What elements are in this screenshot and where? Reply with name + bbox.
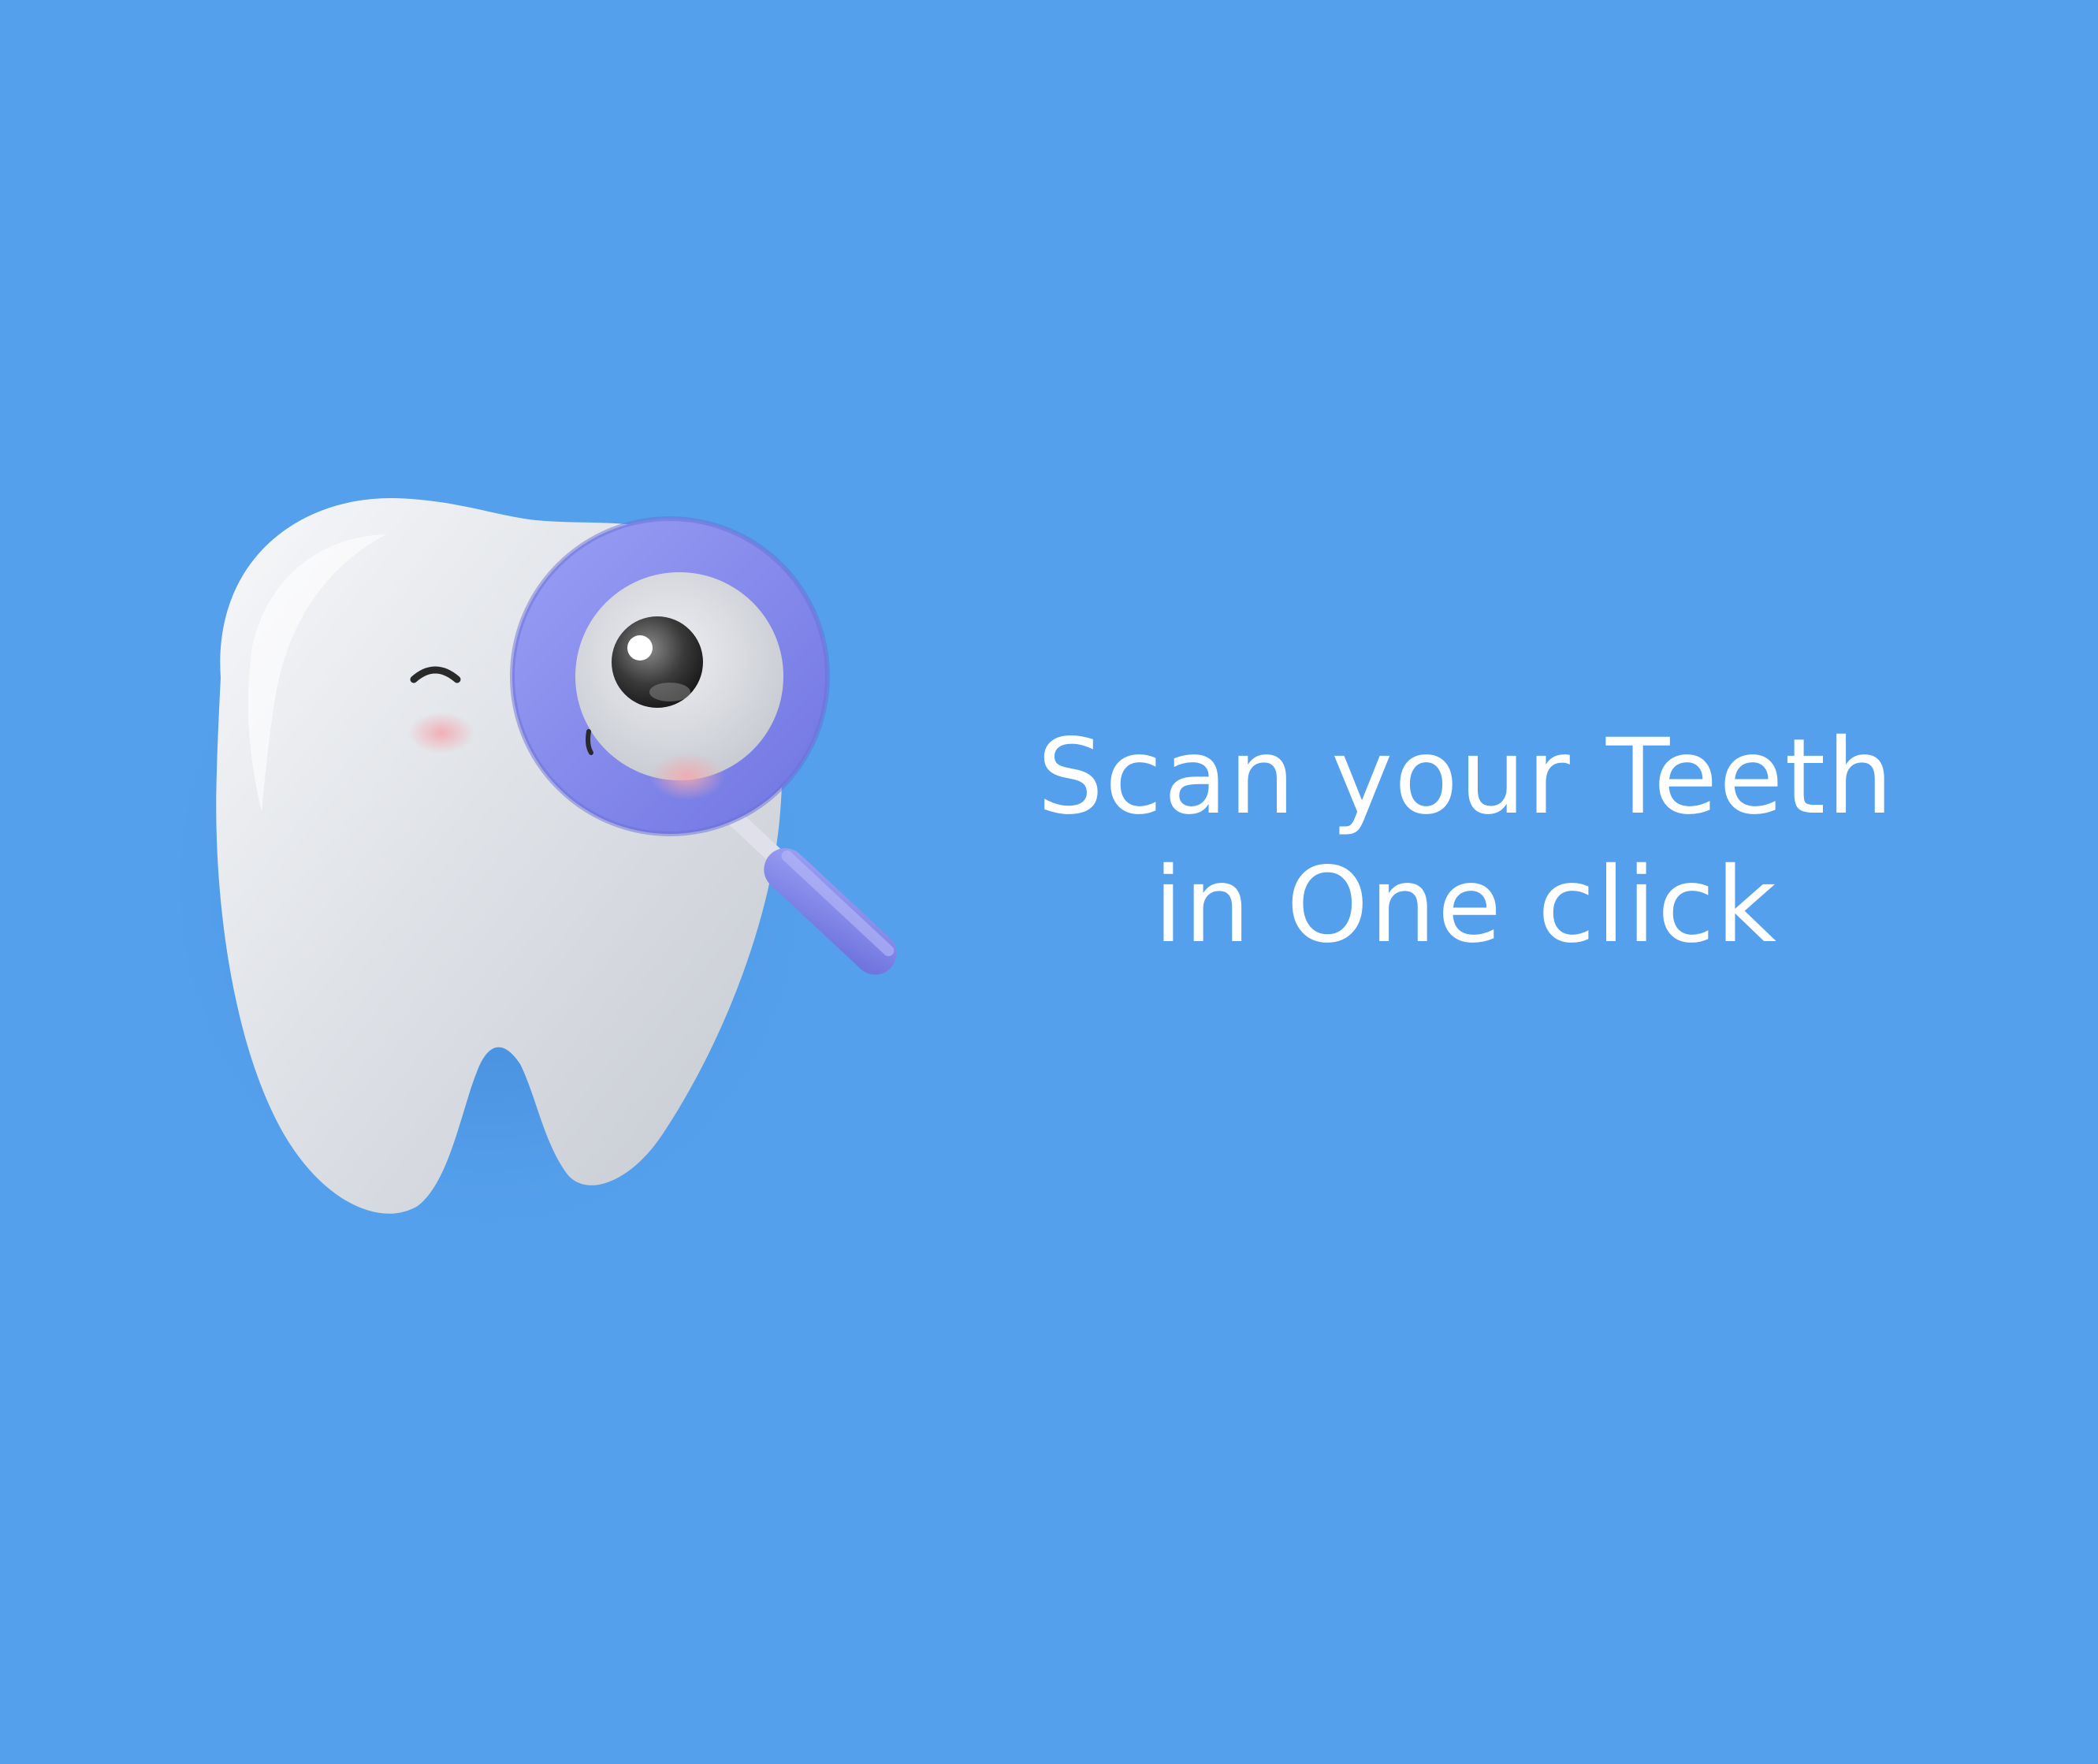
onboarding-screen: Scan your Teeth in One click <box>0 0 2098 1764</box>
tooth-with-magnifier-icon <box>158 441 1040 1308</box>
headline-line-1: Scan your Teeth <box>1037 716 1895 838</box>
headline-line-2: in One click <box>1154 845 1778 966</box>
headline: Scan your Teeth in One click <box>985 713 1947 970</box>
